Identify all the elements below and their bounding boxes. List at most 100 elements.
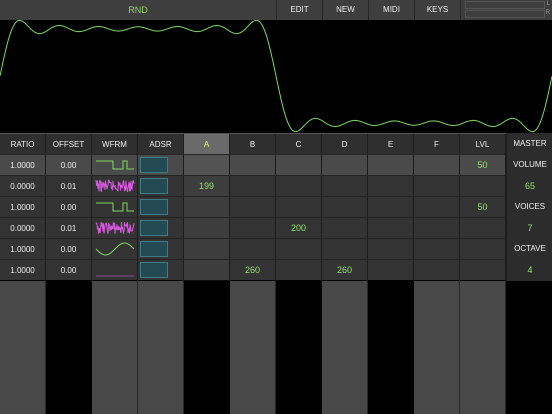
level-field[interactable] (460, 218, 506, 239)
mod-amount-b[interactable] (230, 155, 276, 176)
piano-key[interactable] (460, 281, 506, 414)
edit-button[interactable]: EDIT (276, 0, 322, 20)
mod-amount-a[interactable] (184, 260, 230, 281)
waveform-selector[interactable] (92, 176, 138, 197)
offset-field[interactable]: 0.01 (46, 176, 92, 197)
mod-amount-e[interactable] (368, 197, 414, 218)
adsr-envelope-button[interactable] (138, 197, 184, 218)
ratio-field[interactable]: 0.0000 (0, 218, 46, 239)
offset-field[interactable]: 0.00 (46, 239, 92, 260)
operator-row[interactable]: 1.0000 0.00 50 (0, 196, 506, 218)
offset-field[interactable]: 0.00 (46, 197, 92, 218)
tab-operator-f[interactable]: F (414, 134, 460, 155)
mod-amount-c[interactable] (276, 197, 322, 218)
waveform-selector[interactable] (92, 218, 138, 239)
piano-key[interactable] (92, 281, 138, 414)
adsr-envelope-button[interactable] (138, 218, 184, 239)
mod-amount-a[interactable] (184, 239, 230, 260)
mod-amount-f[interactable] (414, 218, 460, 239)
mod-amount-e[interactable] (368, 218, 414, 239)
piano-key[interactable] (506, 281, 552, 414)
tab-operator-e[interactable]: E (368, 134, 414, 155)
piano-key[interactable] (368, 281, 414, 414)
operator-row[interactable]: 0.0000 0.01 200 (0, 217, 506, 239)
piano-key[interactable] (230, 281, 276, 414)
piano-key[interactable] (0, 281, 46, 414)
tab-operator-c[interactable]: C (276, 134, 322, 155)
mod-amount-f[interactable] (414, 176, 460, 197)
piano-key[interactable] (46, 281, 92, 414)
ratio-field[interactable]: 1.0000 (0, 197, 46, 218)
noise-waveform-thumbnail (95, 179, 135, 193)
mod-amount-e[interactable] (368, 155, 414, 176)
adsr-envelope-button[interactable] (138, 260, 184, 281)
mod-amount-f[interactable] (414, 260, 460, 281)
level-field[interactable] (460, 176, 506, 197)
keys-button[interactable]: KEYS (414, 0, 460, 20)
octave-value[interactable]: 4 (507, 265, 552, 275)
waveform-selector[interactable] (92, 155, 138, 176)
new-button[interactable]: NEW (322, 0, 368, 20)
ratio-field[interactable]: 1.0000 (0, 155, 46, 176)
tab-operator-a[interactable]: A (184, 134, 230, 155)
mod-amount-b[interactable] (230, 176, 276, 197)
mod-amount-d[interactable] (322, 218, 368, 239)
tab-operator-d[interactable]: D (322, 134, 368, 155)
preset-name-button[interactable]: RND (0, 0, 276, 20)
level-field[interactable] (460, 239, 506, 260)
mod-amount-f[interactable] (414, 155, 460, 176)
mod-amount-d[interactable] (322, 176, 368, 197)
level-field[interactable]: 50 (460, 155, 506, 176)
level-field[interactable]: 50 (460, 197, 506, 218)
volume-value[interactable]: 65 (507, 181, 552, 191)
waveform-selector[interactable] (92, 197, 138, 218)
level-field[interactable] (460, 260, 506, 281)
mod-amount-d[interactable] (322, 197, 368, 218)
mod-amount-e[interactable] (368, 260, 414, 281)
piano-key[interactable] (138, 281, 184, 414)
offset-field[interactable]: 0.00 (46, 260, 92, 281)
mod-amount-b[interactable]: 260 (230, 260, 276, 281)
offset-field[interactable]: 0.01 (46, 218, 92, 239)
piano-key[interactable] (276, 281, 322, 414)
mod-amount-f[interactable] (414, 197, 460, 218)
mod-amount-c[interactable] (276, 260, 322, 281)
waveform-selector[interactable] (92, 260, 138, 281)
mod-amount-b[interactable] (230, 197, 276, 218)
mod-amount-f[interactable] (414, 239, 460, 260)
piano-key[interactable] (414, 281, 460, 414)
mod-amount-e[interactable] (368, 239, 414, 260)
operator-row[interactable]: 1.0000 0.00 50 (0, 154, 506, 176)
mod-amount-d[interactable] (322, 155, 368, 176)
mod-amount-a[interactable] (184, 155, 230, 176)
operator-row[interactable]: 0.0000 0.01 199 (0, 175, 506, 197)
piano-key[interactable] (184, 281, 230, 414)
piano-key[interactable] (322, 281, 368, 414)
mod-amount-b[interactable] (230, 239, 276, 260)
adsr-envelope-button[interactable] (138, 176, 184, 197)
voices-value[interactable]: 7 (507, 223, 552, 233)
mod-amount-c[interactable] (276, 176, 322, 197)
waveform-selector[interactable] (92, 239, 138, 260)
midi-button[interactable]: MIDI (368, 0, 414, 20)
mod-amount-a[interactable] (184, 218, 230, 239)
mod-amount-d[interactable] (322, 239, 368, 260)
adsr-envelope-button[interactable] (138, 239, 184, 260)
mod-amount-c[interactable] (276, 239, 322, 260)
operator-row[interactable]: 1.0000 0.00 (0, 238, 506, 260)
mod-amount-b[interactable] (230, 218, 276, 239)
noise-waveform-thumbnail (95, 221, 135, 235)
ratio-field[interactable]: 0.0000 (0, 176, 46, 197)
mod-amount-a[interactable]: 199 (184, 176, 230, 197)
adsr-envelope-button[interactable] (138, 155, 184, 176)
mod-amount-d[interactable]: 260 (322, 260, 368, 281)
operator-row[interactable]: 1.0000 0.00 260 260 (0, 259, 506, 281)
mod-amount-c[interactable]: 200 (276, 218, 322, 239)
ratio-field[interactable]: 1.0000 (0, 260, 46, 281)
mod-amount-c[interactable] (276, 155, 322, 176)
mod-amount-a[interactable] (184, 197, 230, 218)
mod-amount-e[interactable] (368, 176, 414, 197)
ratio-field[interactable]: 1.0000 (0, 239, 46, 260)
offset-field[interactable]: 0.00 (46, 155, 92, 176)
tab-operator-b[interactable]: B (230, 134, 276, 155)
